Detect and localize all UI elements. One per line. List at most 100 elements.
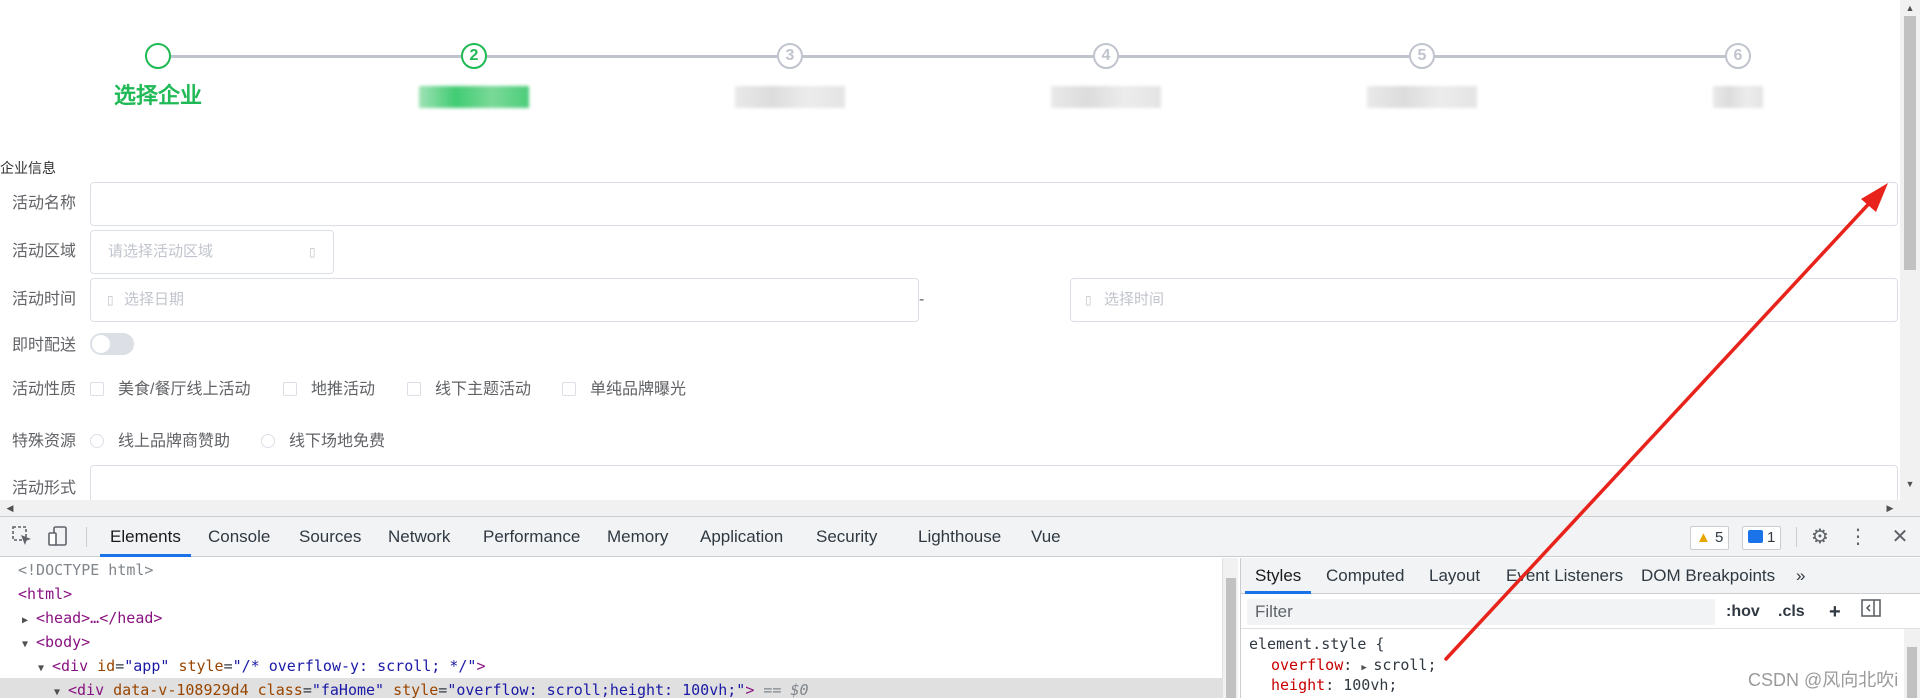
tab-security[interactable]: Security [816, 517, 877, 557]
step-3[interactable]: 3 [700, 40, 880, 111]
hov-button[interactable]: :hov [1726, 599, 1760, 625]
activity-name-row: 活动名称 [0, 182, 1900, 226]
attr-value: "app" [124, 657, 170, 675]
elements-tree[interactable]: <!DOCTYPE html> <html> ▶ <head>…</head> ▼… [0, 558, 1222, 698]
devtools-tabbar: Elements Console Sources Network Perform… [0, 517, 1920, 557]
messages-badge[interactable]: 1 [1742, 526, 1782, 550]
special-resources-label: 特殊资源 [12, 433, 77, 450]
instant-delivery-switch[interactable] [90, 333, 134, 355]
element-style-rule[interactable]: element.style { [1249, 634, 1384, 654]
tab-layout[interactable]: Layout [1429, 558, 1480, 594]
collapse-triangle-icon[interactable]: ▼ [54, 681, 68, 698]
step-6-title-redacted [1713, 86, 1763, 109]
activity-name-label: 活动名称 [12, 195, 77, 212]
date-picker-input[interactable]: ▯ 选择日期 [90, 278, 919, 322]
activity-area-row: 活动区域 请选择活动区域 ▯ [0, 230, 1900, 274]
tab-console[interactable]: Console [208, 517, 270, 557]
dom-line-app[interactable]: ▼ <div id="app" style="/* overflow-y: scr… [0, 654, 1222, 678]
radio[interactable] [90, 434, 104, 448]
switch-knob [92, 335, 110, 353]
div-tag: <div [52, 657, 89, 675]
step-2[interactable]: 2 [384, 40, 564, 111]
toggle-sidebar-icon[interactable] [1861, 599, 1881, 625]
step-1[interactable]: 选择企业 [68, 40, 248, 111]
page-horizontal-scrollbar[interactable]: ◀ ▶ [0, 500, 1920, 516]
checkbox[interactable] [90, 382, 104, 396]
selected-ref: == $0 [763, 681, 809, 698]
step-5-title-redacted [1367, 86, 1477, 109]
radio[interactable] [261, 434, 275, 448]
tab-styles[interactable]: Styles [1245, 558, 1312, 594]
attr-name: style [393, 681, 439, 698]
step-5[interactable]: 5 [1332, 40, 1512, 111]
dom-line-doctype[interactable]: <!DOCTYPE html> [0, 558, 1222, 582]
styles-filter-input[interactable]: Filter [1247, 599, 1715, 625]
range-separator: - [919, 291, 925, 308]
tab-performance[interactable]: Performance [483, 517, 580, 557]
nature-option-food[interactable]: 美食/餐厅线上活动 [90, 380, 250, 400]
clock-icon: ▯ [1085, 293, 1092, 307]
scroll-right-icon[interactable]: ▶ [1884, 502, 1896, 514]
inspect-element-icon[interactable] [10, 525, 34, 549]
tab-elements[interactable]: Elements [100, 517, 191, 557]
tab-vue[interactable]: Vue [1031, 517, 1061, 557]
tab-dom-breakpoints[interactable]: DOM Breakpoints [1641, 558, 1775, 594]
tab-event-listeners[interactable]: Event Listeners [1506, 558, 1623, 594]
option-label: 线下主题活动 [435, 381, 532, 398]
resource-option-sponsor[interactable]: 线上品牌商赞助 [90, 432, 230, 452]
warnings-badge[interactable]: ▲ 5 [1690, 526, 1730, 550]
scroll-down-icon[interactable]: ▼ [1904, 478, 1916, 490]
checkbox[interactable] [283, 382, 297, 396]
dom-line-fahome-selected[interactable]: ▼ <div data-v-108929d4 class="faHome" sty… [0, 678, 1222, 698]
css-value: 100vh; [1343, 676, 1398, 694]
scrollbar-thumb[interactable] [1226, 578, 1236, 698]
activity-form-textarea[interactable] [90, 465, 1898, 500]
css-value: scroll; [1373, 656, 1437, 674]
tab-computed[interactable]: Computed [1326, 558, 1404, 594]
tab-lighthouse[interactable]: Lighthouse [918, 517, 1001, 557]
scrollbar-thumb[interactable] [1907, 647, 1917, 698]
page-vertical-scrollbar[interactable]: ▲ ▼ [1900, 0, 1920, 500]
settings-gear-icon[interactable]: ⚙ [1808, 525, 1832, 549]
tab-memory[interactable]: Memory [607, 517, 668, 557]
checkbox[interactable] [562, 382, 576, 396]
scroll-up-icon[interactable]: ▲ [1904, 2, 1916, 14]
step-5-number: 5 [1409, 43, 1435, 69]
step-6[interactable]: 6 [1648, 40, 1828, 111]
attr-name: data-v-108929d4 [113, 681, 249, 698]
dom-line-html[interactable]: <html> [0, 582, 1222, 606]
more-options-icon[interactable]: ⋮ [1846, 525, 1870, 549]
nature-option-brand[interactable]: 单纯品牌曝光 [562, 380, 686, 400]
time-picker-input[interactable]: ▯ 选择时间 [1070, 278, 1898, 322]
close-icon[interactable]: ✕ [1888, 525, 1912, 549]
elements-scrollbar[interactable] [1222, 558, 1238, 698]
warnings-count: 5 [1715, 529, 1724, 546]
step-4-title [1016, 81, 1196, 111]
scrollbar-thumb[interactable] [1904, 16, 1916, 270]
resource-option-venue[interactable]: 线下场地免费 [261, 432, 385, 452]
attr-value: "overflow: scroll;height: 100vh;" [447, 681, 746, 698]
rule-declaration-height[interactable]: height: 100vh; [1271, 675, 1397, 695]
cls-button[interactable]: .cls [1778, 599, 1805, 625]
activity-area-select[interactable]: 请选择活动区域 ▯ [90, 230, 334, 274]
step-6-number: 6 [1725, 43, 1751, 69]
styles-scrollbar[interactable] [1904, 629, 1920, 698]
tab-application[interactable]: Application [700, 517, 783, 557]
tag-close: > [745, 681, 755, 698]
tag-close: > [476, 657, 486, 675]
step-4[interactable]: 4 [1016, 40, 1196, 111]
scroll-left-icon[interactable]: ◀ [4, 502, 16, 514]
tab-sources[interactable]: Sources [299, 517, 361, 557]
activity-name-input[interactable] [90, 182, 1898, 226]
device-toolbar-icon[interactable] [46, 525, 70, 549]
option-label: 线上品牌商赞助 [118, 433, 231, 450]
activity-area-label: 活动区域 [12, 243, 77, 260]
nature-option-ground[interactable]: 地推活动 [283, 380, 375, 400]
tab-network[interactable]: Network [388, 517, 450, 557]
more-tabs-icon[interactable]: » [1796, 558, 1805, 594]
dom-line-body[interactable]: ▼ <body> [0, 630, 1222, 654]
checkbox[interactable] [407, 382, 421, 396]
dom-line-head[interactable]: ▶ <head>…</head> [0, 606, 1222, 630]
nature-option-offline[interactable]: 线下主题活动 [407, 380, 531, 400]
new-rule-button[interactable]: + [1829, 599, 1841, 625]
